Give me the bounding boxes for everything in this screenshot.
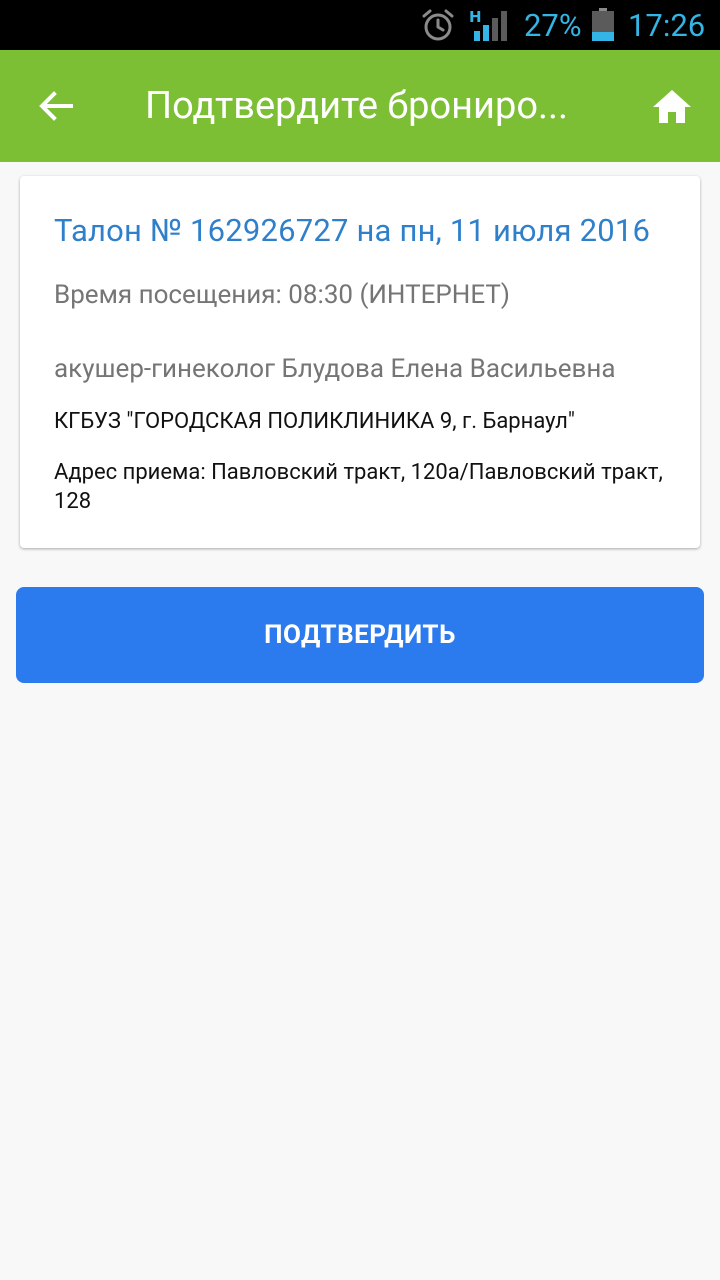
home-icon [653, 90, 691, 123]
signal-icon: H [466, 0, 510, 50]
battery-icon [591, 0, 617, 50]
booking-card: Талон № 162926727 на пн, 11 июля 2016 Вр… [20, 176, 700, 548]
reception-address: Адрес приема: Павловский тракт, 120а/Пав… [54, 460, 663, 514]
clinic-name: КГБУЗ "ГОРОДСКАЯ ПОЛИКЛИНИКА 9, г. Барна… [54, 409, 575, 434]
clock: 17:26 [628, 6, 706, 44]
home-button[interactable] [646, 80, 698, 132]
doctor-name: акушер-гинеколог Блудова Елена Васильевн… [54, 354, 616, 384]
confirm-button[interactable]: ПОДТВЕРДИТЬ [16, 587, 704, 683]
back-button[interactable] [28, 78, 84, 134]
visit-time: Время посещения: 08:30 (ИНТЕРНЕТ) [54, 280, 510, 310]
alarm-icon [420, 0, 460, 50]
page-title: Подтвердите брониро... [145, 84, 569, 128]
battery-percent: 27% [524, 6, 582, 44]
app-bar: Подтвердите брониро... [0, 50, 720, 162]
ticket-title: Талон № 162926727 на пн, 11 июля 2016 [54, 212, 651, 249]
arrow-left-icon [39, 91, 73, 121]
status-bar: H 27% 17:26 [0, 0, 720, 50]
signal-type-label: H [469, 8, 482, 26]
